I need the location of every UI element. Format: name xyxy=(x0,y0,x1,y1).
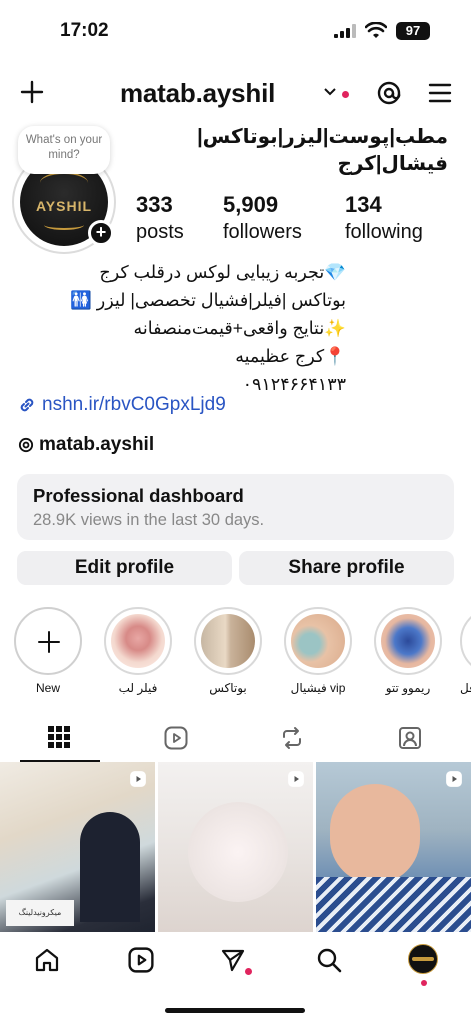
status-time: 17:02 xyxy=(60,20,109,41)
bio-line: 📍کرج عظیمیه xyxy=(235,346,346,366)
battery-icon: 97 xyxy=(396,22,430,40)
send-icon[interactable] xyxy=(220,947,246,973)
bio-line: 💎تجربه زیبایی لوکس درقلب کرج xyxy=(99,262,346,282)
menu-icon[interactable] xyxy=(428,82,452,104)
profile-link[interactable]: nshn.ir/rbvC0GpxLjd9 xyxy=(18,394,226,416)
profile-tab-avatar[interactable] xyxy=(408,944,438,974)
profile-username[interactable]: matab.ayshil xyxy=(120,78,275,109)
profile-screen: 17:02 97 matab.ayshil AYSHIL + What's on… xyxy=(0,0,471,1024)
highlight-label: فل xyxy=(460,681,471,695)
link-icon xyxy=(20,398,34,412)
dashboard-title: Professional dashboard xyxy=(33,485,244,506)
bio-line: بوتاکس |فیلر|فشیال تخصصی| لیزر 🚻 xyxy=(70,290,346,310)
status-bar: 17:02 97 xyxy=(0,0,471,64)
search-icon[interactable] xyxy=(316,947,342,973)
threads-badge[interactable]: matab.ayshil xyxy=(18,434,154,456)
reels-icon[interactable] xyxy=(128,947,154,973)
chevron-down-icon[interactable] xyxy=(324,88,336,96)
stat-followers-label: followers xyxy=(223,221,302,243)
highlight-label: ریموو تتو xyxy=(385,681,431,695)
reels-icon[interactable] xyxy=(164,726,188,750)
highlight-thumbnail xyxy=(381,614,435,668)
wifi-icon xyxy=(365,22,387,38)
messages-notification-dot xyxy=(245,968,252,975)
profile-bio: 💎تجربه زیبایی لوکس درقلب کرج بوتاکس |فیل… xyxy=(16,258,346,398)
reel-icon xyxy=(130,771,146,787)
signal-icon xyxy=(334,24,356,38)
highlight-label: فیلر لب xyxy=(118,681,158,695)
threads-icon xyxy=(18,437,34,453)
notification-dot xyxy=(342,91,349,98)
professional-dashboard[interactable]: Professional dashboard 28.9K views in th… xyxy=(17,474,454,540)
add-story-icon[interactable]: + xyxy=(88,220,114,246)
stat-following[interactable]: 134 following xyxy=(345,192,423,246)
stat-followers-count: 5,909 xyxy=(223,192,279,217)
bio-line: ✨نتایج واقعی+قیمت‌منصفانه xyxy=(133,318,346,338)
highlight-thumbnail xyxy=(291,614,345,668)
edit-profile-button[interactable]: Edit profile xyxy=(17,551,232,585)
home-indicator xyxy=(165,1008,305,1013)
threads-icon[interactable] xyxy=(376,80,402,106)
logo-ornament xyxy=(40,172,88,194)
plus-icon[interactable] xyxy=(20,80,44,104)
stat-followers[interactable]: 5,909 followers xyxy=(223,192,302,246)
stat-following-label: following xyxy=(345,221,423,243)
threads-username: matab.ayshil xyxy=(39,434,155,455)
post-caption: میکرونیدلینگ xyxy=(6,900,74,926)
highlight-thumbnail xyxy=(111,614,165,668)
post-subject-shirt xyxy=(316,877,471,932)
logo-ornament-bottom xyxy=(44,220,84,230)
home-icon[interactable] xyxy=(34,947,60,973)
post-subject xyxy=(188,802,288,902)
profile-name: مطب|پوست|لیزر|بوتاکس|فیشال|کرج xyxy=(197,126,448,175)
stat-posts[interactable]: 333 posts xyxy=(136,192,184,246)
plus-icon xyxy=(38,631,60,653)
highlight-new[interactable]: New xyxy=(14,607,86,695)
avatar-logo: AYSHIL xyxy=(35,198,93,214)
note-bubble[interactable]: What's on your mind? xyxy=(18,126,110,174)
post-subject xyxy=(330,784,420,884)
highlight-label: فیشیال vip xyxy=(290,681,346,695)
profile-link-text: nshn.ir/rbvC0GpxLjd9 xyxy=(42,394,226,415)
reel-icon xyxy=(446,771,462,787)
highlight-item[interactable]: فیشیال vip xyxy=(284,607,356,695)
grid-icon[interactable] xyxy=(48,726,70,748)
tagged-icon[interactable] xyxy=(398,726,422,750)
post-grid: میکرونیدلینگ xyxy=(0,762,471,932)
post-tile[interactable] xyxy=(158,762,313,932)
highlight-item[interactable]: بوتاکس xyxy=(194,607,266,695)
highlight-item[interactable]: فل xyxy=(460,607,471,695)
highlight-item[interactable]: ریموو تتو xyxy=(374,607,446,695)
highlight-label: New xyxy=(35,681,60,695)
dashboard-subtitle: 28.9K views in the last 30 days. xyxy=(33,511,265,529)
highlight-label: بوتاکس xyxy=(209,681,247,695)
share-profile-button[interactable]: Share profile xyxy=(239,551,454,585)
profile-tabs xyxy=(0,716,471,762)
reel-icon xyxy=(288,771,304,787)
profile-tab-logo xyxy=(412,957,434,961)
profile-header: matab.ayshil xyxy=(0,72,471,116)
profile-notification-dot xyxy=(421,980,427,986)
post-subject xyxy=(80,812,140,922)
highlight-thumbnail xyxy=(201,614,255,668)
stat-following-count: 134 xyxy=(345,192,382,217)
post-tile[interactable]: میکرونیدلینگ xyxy=(0,762,155,932)
reposts-icon[interactable] xyxy=(280,726,304,750)
highlight-item[interactable]: فیلر لب xyxy=(104,607,176,695)
stat-posts-label: posts xyxy=(136,221,184,243)
stat-posts-count: 333 xyxy=(136,192,173,217)
post-tile[interactable] xyxy=(316,762,471,932)
